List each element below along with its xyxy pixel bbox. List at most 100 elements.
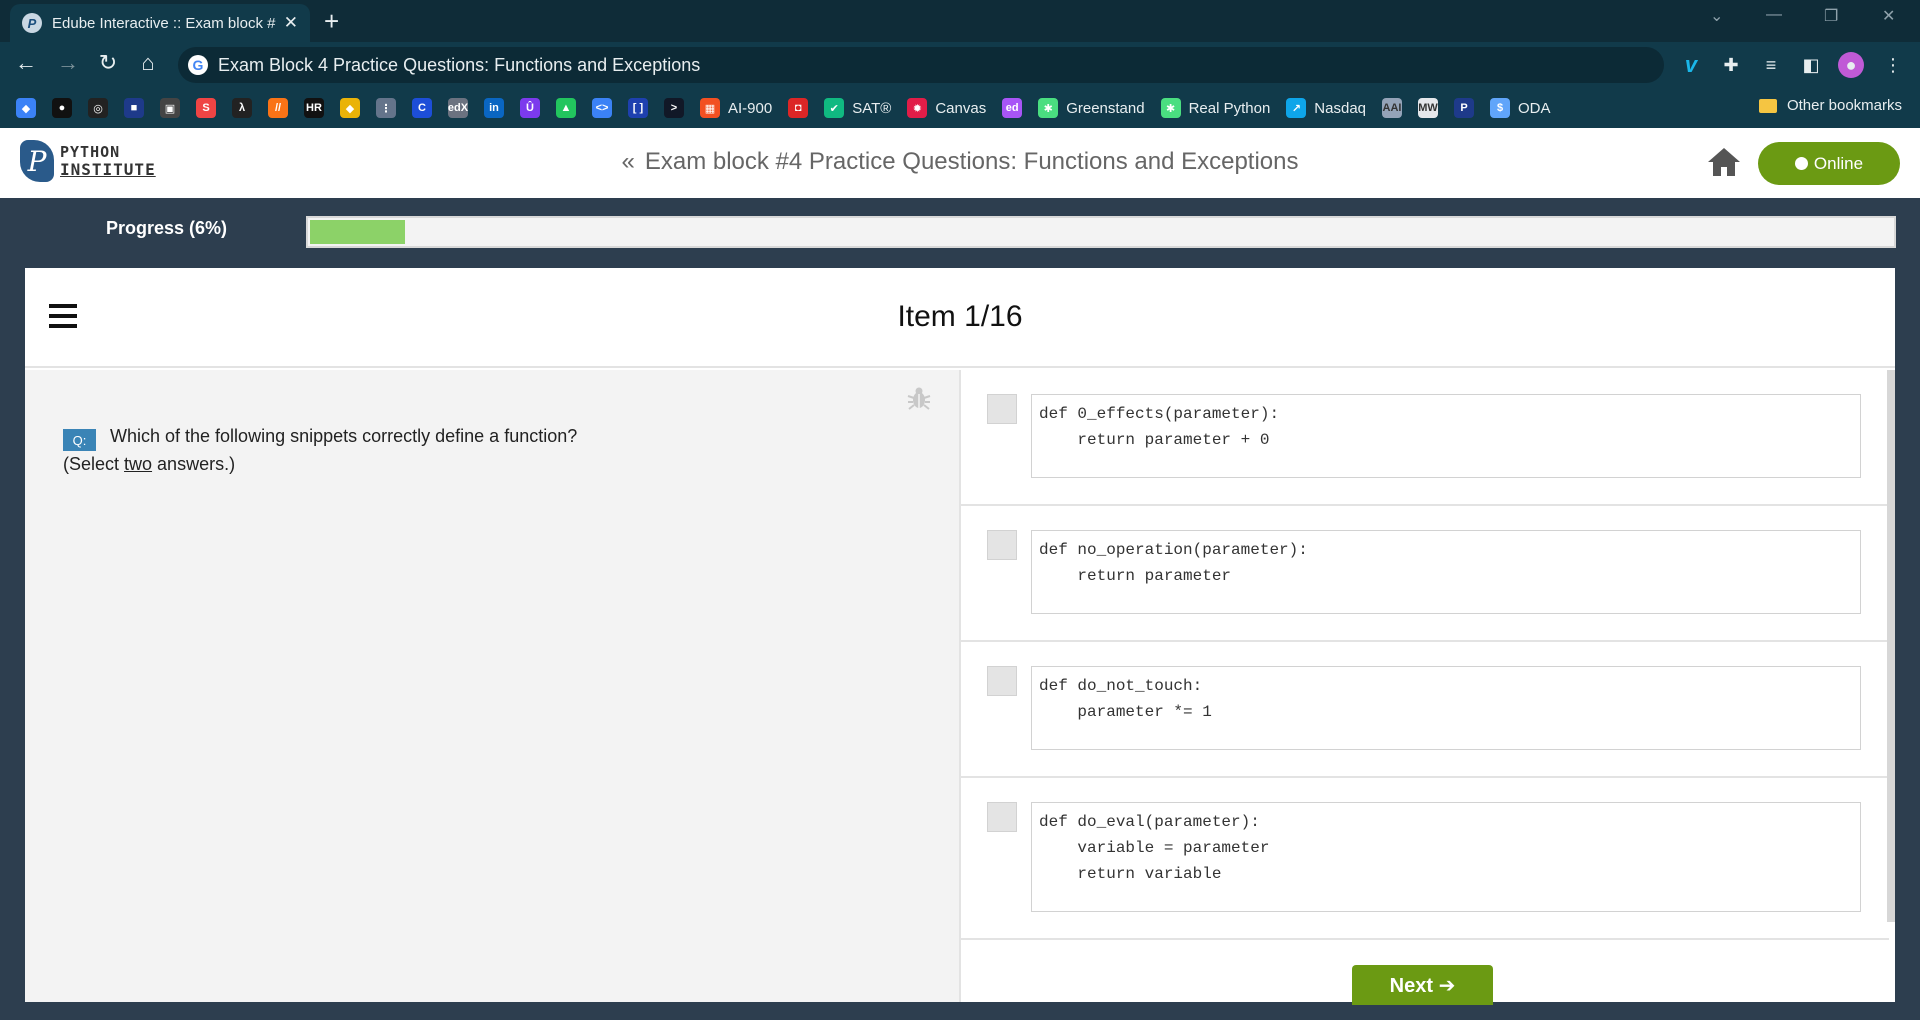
profile-avatar[interactable]: ● xyxy=(1838,52,1864,78)
answer-code: def do_eval(parameter): variable = param… xyxy=(1031,802,1861,912)
exam-title-text: Exam block #4 Practice Questions: Functi… xyxy=(644,148,1299,175)
target-icon: ◎ xyxy=(88,98,108,118)
back-icon[interactable]: ← xyxy=(12,50,40,76)
bookmark-code[interactable]: <> xyxy=(592,98,612,118)
bookmark-slack[interactable]: ✱ Real Python xyxy=(1160,98,1270,118)
answers-scrollbar[interactable] xyxy=(1887,370,1895,922)
slashes-icon: // xyxy=(268,98,288,118)
answer-option[interactable]: def 0_effects(parameter): return paramet… xyxy=(961,370,1889,506)
shield-icon: ◘ xyxy=(788,98,809,118)
canvas-icon: ✹ xyxy=(907,98,928,118)
bookmark-tree[interactable]: ⋮ xyxy=(376,98,396,118)
bookmark-label: Greenstand xyxy=(1066,99,1145,117)
new-tab-button[interactable]: + xyxy=(324,6,339,36)
answer-option[interactable]: def do_not_touch: parameter *= 1 xyxy=(961,642,1889,778)
bookmark-label: AI-900 xyxy=(728,99,773,117)
bookmark-slashes[interactable]: // xyxy=(268,98,288,118)
bookmark-microsoft[interactable]: ▦ AI-900 xyxy=(700,98,772,118)
vimeo-extension-icon[interactable]: v xyxy=(1678,52,1704,78)
tree-icon: ⋮ xyxy=(376,98,396,118)
report-bug-icon[interactable] xyxy=(905,384,933,412)
menu-kebab-icon[interactable]: ⋮ xyxy=(1880,52,1906,78)
bookmark-mw[interactable]: MW xyxy=(1418,98,1438,118)
reload-icon[interactable]: ↻ xyxy=(94,50,122,76)
answer-code: def do_not_touch: parameter *= 1 xyxy=(1031,666,1861,750)
bookmark-label: Canvas xyxy=(935,99,987,117)
python-institute-icon: P xyxy=(1454,98,1474,118)
app-header: P PYTHON INSTITUTE «Exam block #4 Practi… xyxy=(0,128,1920,198)
answer-checkbox[interactable] xyxy=(987,394,1017,424)
bookmark-chart[interactable]: ↗ Nasdaq xyxy=(1286,98,1366,118)
slack-icon: ✱ xyxy=(1160,98,1181,118)
bookmark-shield[interactable]: ◘ xyxy=(788,98,809,118)
online-status-button[interactable]: Online xyxy=(1758,142,1900,185)
home-nav-icon[interactable]: ⌂ xyxy=(134,50,162,76)
address-bar[interactable]: G Exam Block 4 Practice Questions: Funct… xyxy=(178,47,1664,83)
bookmark-slack[interactable]: ✱ Greenstand xyxy=(1038,98,1145,118)
progress-bar xyxy=(306,216,1896,248)
check-leaf-icon: ✔ xyxy=(824,98,845,118)
browser-toolbar: ← → ↻ ⌂ G Exam Block 4 Practice Question… xyxy=(0,42,1920,88)
back-chevrons-icon[interactable]: « xyxy=(621,148,634,175)
close-icon[interactable]: ✕ xyxy=(284,13,298,33)
minimize-icon[interactable]: — xyxy=(1766,6,1782,24)
answers-pane: def 0_effects(parameter): return paramet… xyxy=(959,370,1889,1002)
window-close-icon[interactable]: ✕ xyxy=(1882,6,1895,26)
browser-tab[interactable]: P Edube Interactive :: Exam block # ✕ xyxy=(10,4,310,42)
bookmark-target[interactable]: ◎ xyxy=(88,98,108,118)
bookmark-aai[interactable]: AAI xyxy=(1382,98,1402,118)
bookmark-canvas[interactable]: ✹ Canvas xyxy=(907,98,986,118)
bookmark-c[interactable]: C xyxy=(412,98,432,118)
online-dot-icon xyxy=(1794,157,1808,170)
extensions-icon[interactable]: ✚ xyxy=(1718,52,1744,78)
bookmark-swirl[interactable]: S xyxy=(196,98,216,118)
bookmark-linkedin[interactable]: in xyxy=(484,98,504,118)
bookmark-oda[interactable]: $ ODA xyxy=(1490,98,1551,118)
online-label: Online xyxy=(1813,153,1864,173)
folder-icon xyxy=(1758,98,1777,113)
bookmark-terminal[interactable]: > xyxy=(664,98,684,118)
side-panel-icon[interactable]: ◧ xyxy=(1798,52,1824,78)
bookmark-hr[interactable]: HR xyxy=(304,98,324,118)
answer-code: def no_operation(parameter): return para… xyxy=(1031,530,1861,614)
bookmark-check-leaf[interactable]: ✔ SAT® xyxy=(824,98,891,118)
bookmark-leaf[interactable]: ◆ xyxy=(340,98,360,118)
bookmark-android[interactable]: ▲ xyxy=(556,98,576,118)
bookmark-edx[interactable]: edX xyxy=(448,98,468,118)
bookmark-brackets[interactable]: [ ] xyxy=(628,98,648,118)
bookmark-lambda[interactable]: λ xyxy=(232,98,252,118)
printer-icon: ▣ xyxy=(160,98,180,118)
hint-emphasis: two xyxy=(124,454,153,474)
panel-header: Item 1/16 xyxy=(25,268,1895,368)
answer-checkbox[interactable] xyxy=(987,666,1017,696)
bookmark-udemy[interactable]: Û xyxy=(520,98,540,118)
address-text: Exam Block 4 Practice Questions: Functio… xyxy=(218,54,701,75)
question-text: Which of the following snippets correctl… xyxy=(110,426,578,446)
aai-icon: AAI xyxy=(1382,98,1402,118)
next-button[interactable]: Next ➔ xyxy=(1352,965,1493,1005)
restore-icon[interactable]: ❐ xyxy=(1824,6,1838,26)
tab-search-icon[interactable]: ⌄ xyxy=(1710,6,1723,26)
terminal-icon: > xyxy=(664,98,684,118)
browser-tabstrip: P Edube Interactive :: Exam block # ✕ + … xyxy=(0,0,1920,42)
mw-icon: MW xyxy=(1418,98,1438,118)
question-pane: Q: Which of the following snippets corre… xyxy=(25,370,959,1002)
bookmark-layers[interactable]: ◆ xyxy=(16,98,36,118)
bookmark-printer[interactable]: ▣ xyxy=(160,98,180,118)
answer-option[interactable]: def no_operation(parameter): return para… xyxy=(961,506,1889,642)
bookmark-square[interactable]: ■ xyxy=(124,98,144,118)
forward-icon[interactable]: → xyxy=(54,50,82,76)
answer-option[interactable]: def do_eval(parameter): variable = param… xyxy=(961,778,1889,940)
question-hint: (Select two answers.) xyxy=(63,454,235,475)
bookmark-ed[interactable]: ed xyxy=(1002,98,1023,118)
other-bookmarks[interactable]: Other bookmarks xyxy=(1758,97,1902,114)
oda-icon: $ xyxy=(1490,98,1510,118)
bookmark-python-institute[interactable]: P xyxy=(1454,98,1474,118)
answer-checkbox[interactable] xyxy=(987,530,1017,560)
edx-icon: edX xyxy=(448,98,468,118)
home-icon[interactable] xyxy=(1706,146,1742,178)
bookmark-github[interactable]: ● xyxy=(52,98,72,118)
answer-checkbox[interactable] xyxy=(987,802,1017,832)
reading-list-icon[interactable]: ≡ xyxy=(1758,52,1784,78)
hint-before: (Select xyxy=(63,454,125,474)
